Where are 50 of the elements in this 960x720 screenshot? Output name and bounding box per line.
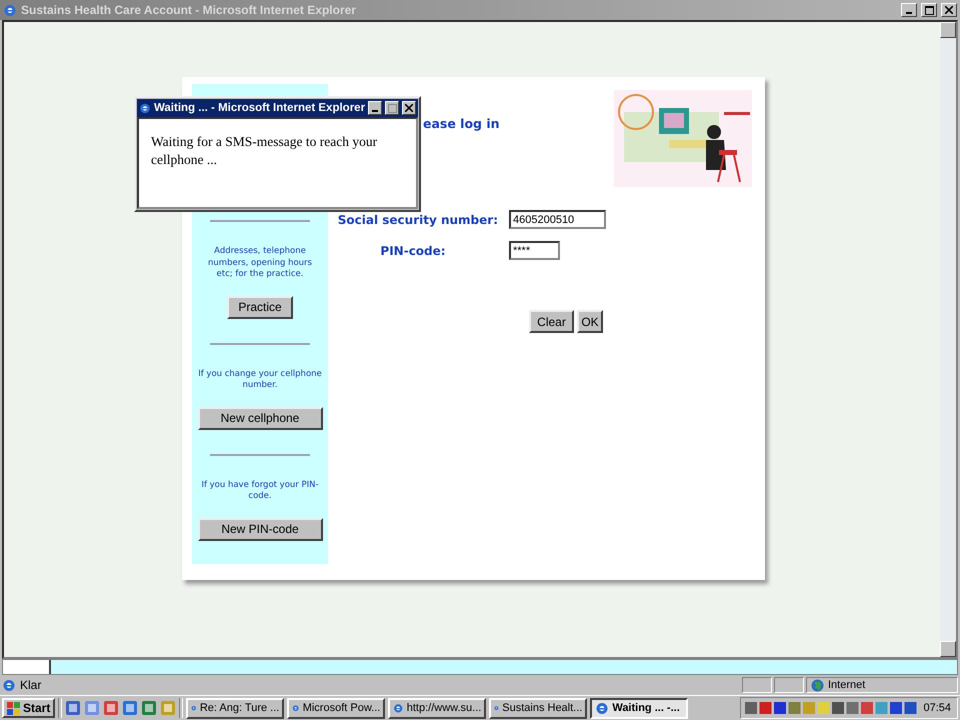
form-button[interactable]: Clear [529,310,574,333]
quick-launch-icon[interactable] [103,700,120,716]
clock: 07:54 [923,702,951,714]
field-label: Social security number: [336,212,498,226]
zone-label: Internet [828,679,866,691]
taskbar-button[interactable]: Microsoft Pow... [287,698,386,718]
quick-launch-icon[interactable] [141,700,158,716]
sidebar-text: If you have forgot your PIN-code. [200,480,320,502]
browser-icon [2,678,16,692]
start-button[interactable]: Start [2,698,56,718]
status-pane [742,677,772,693]
windows-logo-icon [7,702,21,714]
sidebar-text: If you change your cellphone number. [197,368,323,392]
sidebar-button[interactable]: Practice [227,296,293,318]
maximize-button[interactable] [385,101,400,115]
minimize-button[interactable] [901,3,917,17]
browser-icon [3,3,17,17]
quick-launch-icon[interactable] [65,700,82,716]
maximize-button[interactable] [921,3,937,17]
sidebar-button[interactable]: New PIN-code [198,518,322,540]
horizontal-scrollbar[interactable] [2,659,958,675]
taskbar-button[interactable]: Re: Ang: Ture ... [186,698,284,718]
close-button[interactable] [402,101,416,115]
taskbar-button[interactable]: Sustains Healt... [489,698,588,718]
window-title: Sustains Health Care Account - Microsoft Internet Explorer [21,3,357,17]
browser-icon [595,701,610,715]
globe-icon [811,678,824,692]
browser-icon [139,101,151,115]
status-pane [774,677,804,693]
taskbar-button[interactable]: Waiting ... -... [590,698,688,718]
field-label: PIN-code: [379,244,447,258]
quick-launch-icon[interactable] [122,700,138,716]
taskbar-button[interactable]: http://www.su... [388,698,486,718]
login-heading: ease log in [423,116,501,131]
maximize-icon [388,104,397,112]
form-button[interactable]: OK [577,310,603,333]
sidebar-text: Addresses, telephone numbers, opening hours etc; for the practice. [207,246,313,280]
vertical-scrollbar[interactable] [940,22,956,657]
quick-launch-icon[interactable] [84,700,100,716]
dialog-message: Waiting for a SMS-message to reach your cellphone ... [151,133,378,169]
close-icon [945,6,953,14]
maximize-icon [924,6,934,14]
close-button[interactable] [941,3,957,17]
dialog-title: Waiting ... - Microsoft Internet Explorer [154,102,366,114]
minimize-button[interactable] [368,101,382,115]
pin-field[interactable]: **** [509,241,560,260]
ssn-field[interactable]: 4605200510 [509,210,606,229]
sidebar-button[interactable]: New cellphone [198,406,322,430]
close-icon [405,104,413,112]
status-text: Klar [20,678,42,692]
